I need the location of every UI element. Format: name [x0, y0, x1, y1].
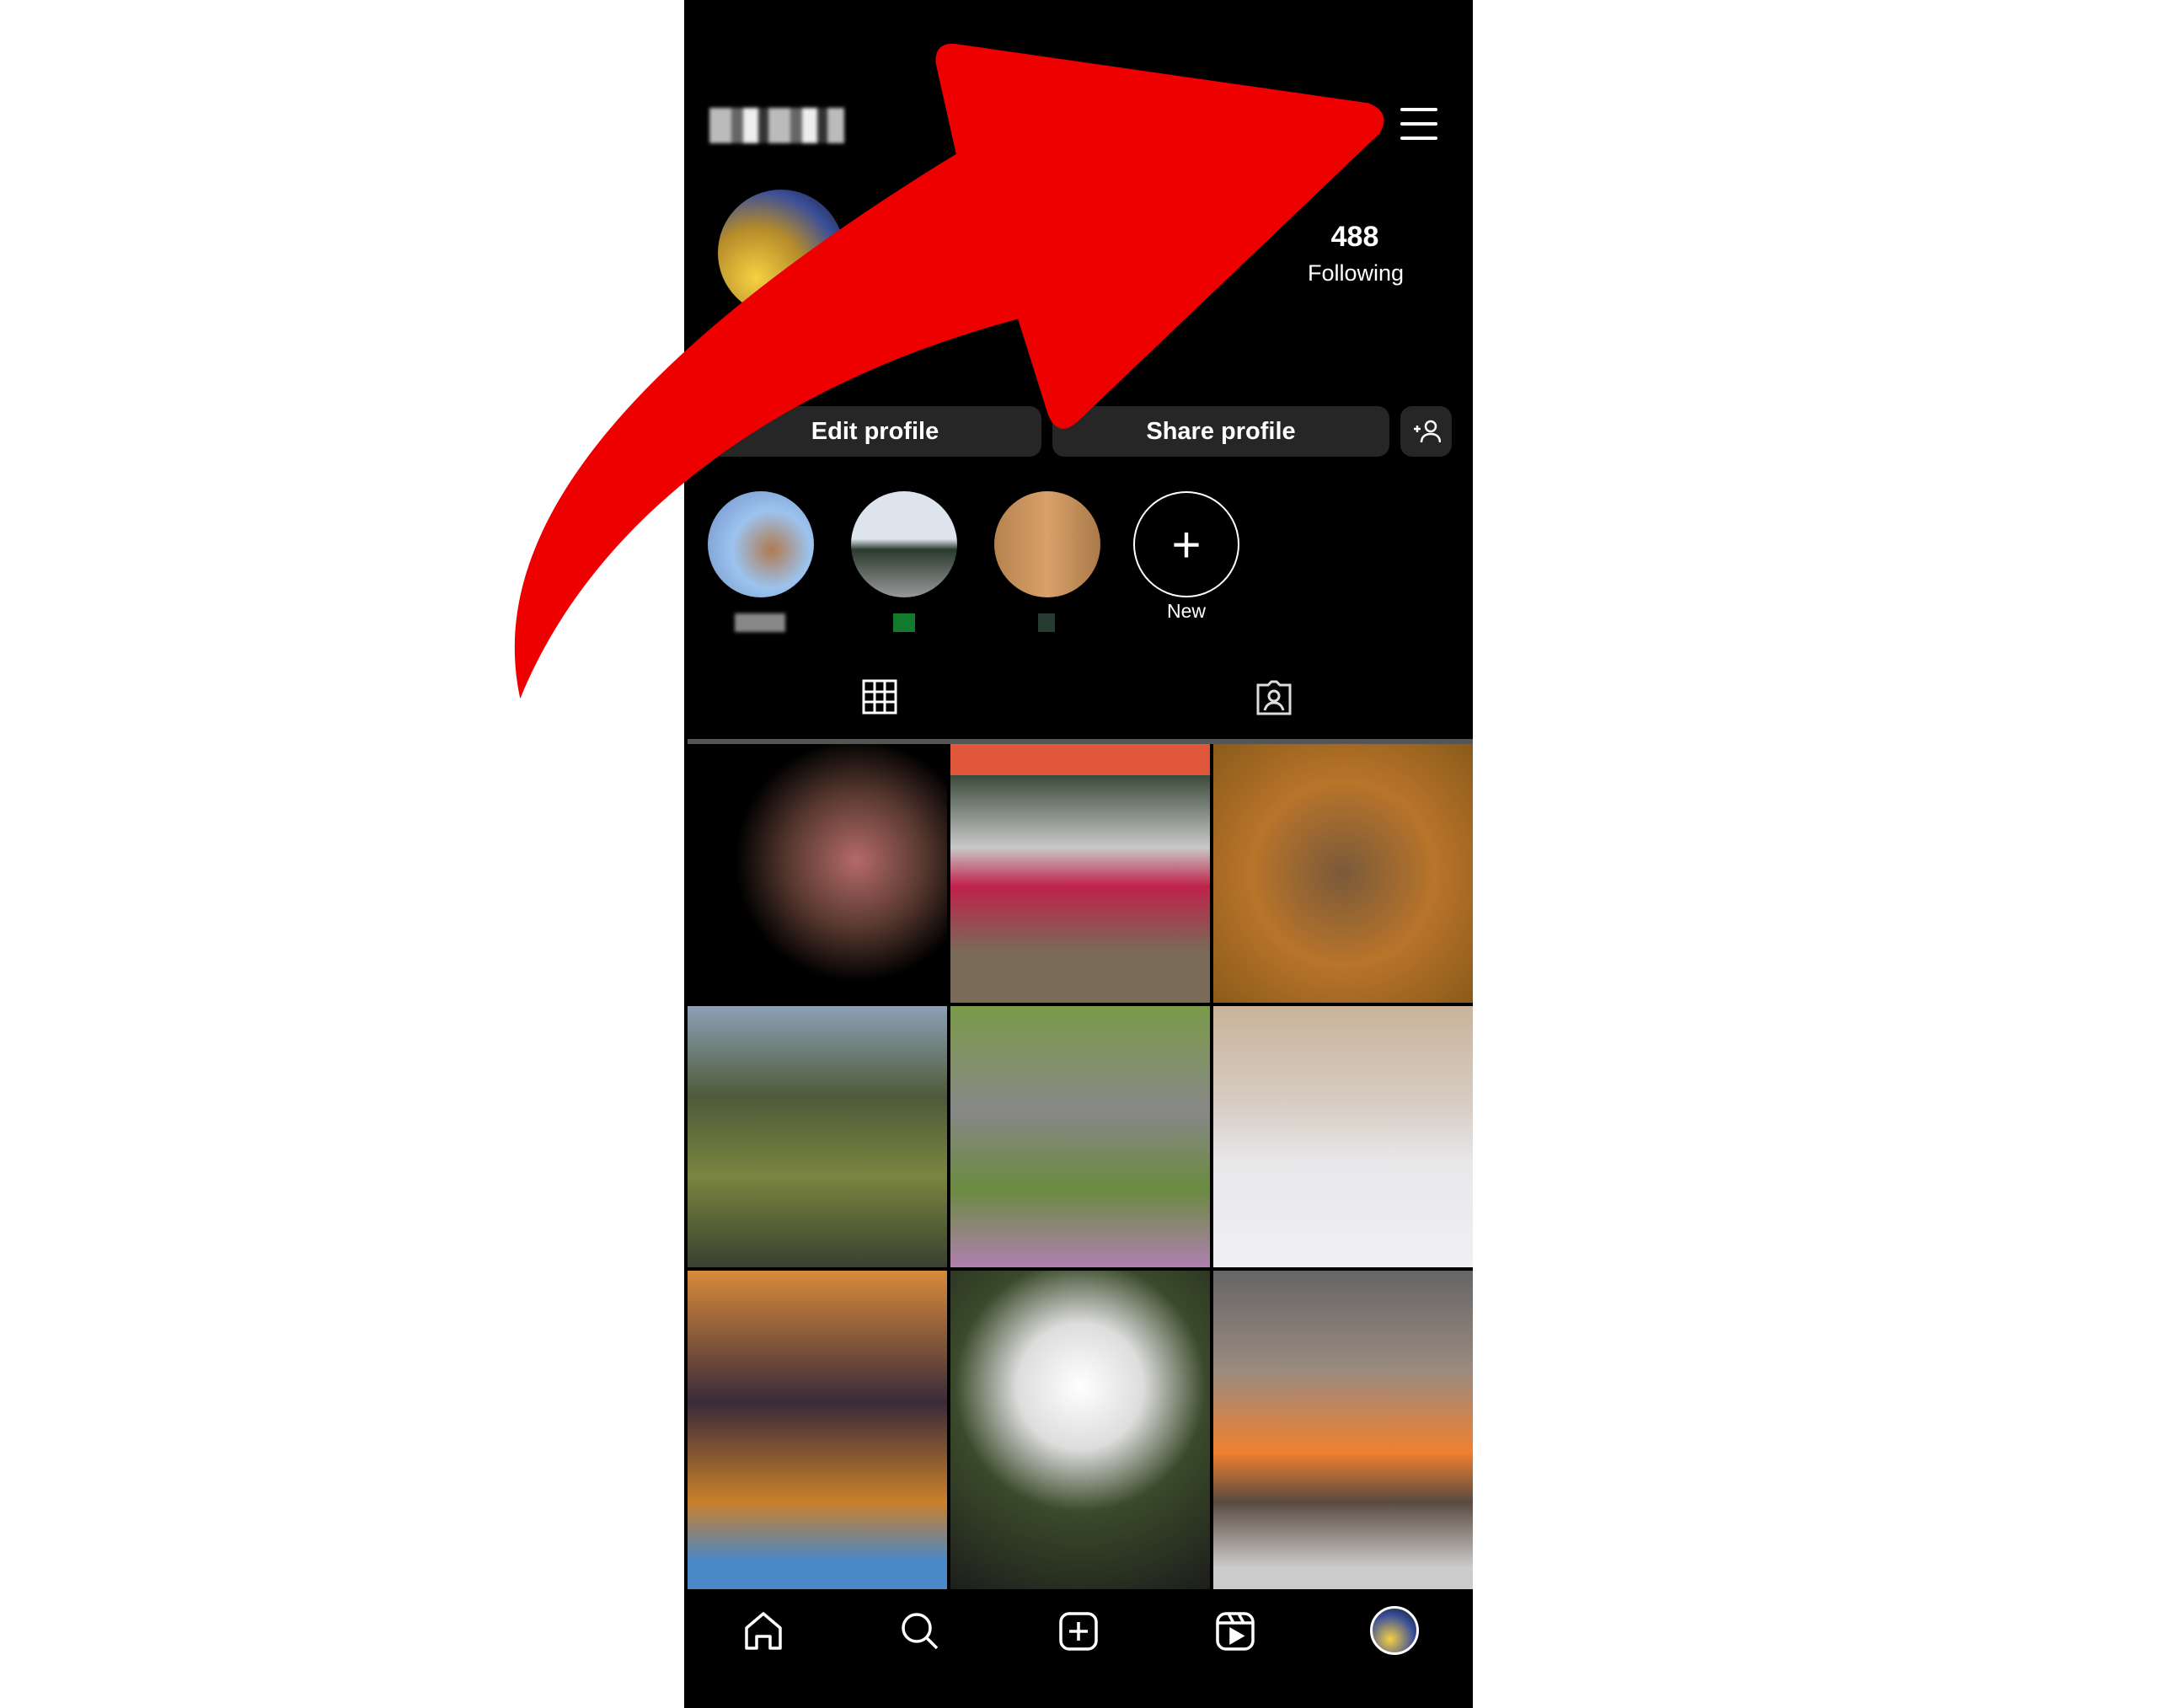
red-arrow-annotation: [514, 43, 1384, 699]
arrow-shape: [514, 43, 1384, 699]
